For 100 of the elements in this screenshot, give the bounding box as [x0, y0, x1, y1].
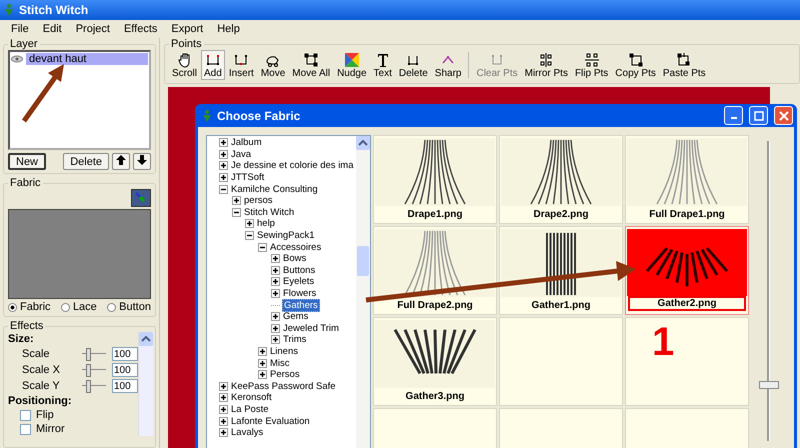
- scale-slider[interactable]: [82, 380, 106, 392]
- scale-slider[interactable]: [82, 364, 106, 376]
- menu-item[interactable]: Export: [164, 23, 210, 35]
- expand-icon[interactable]: [271, 335, 280, 344]
- tree-item[interactable]: Jalbum: [230, 137, 263, 148]
- tree-item[interactable]: Flowers: [282, 288, 318, 300]
- fabric-thumbnail[interactable]: Gather1.png: [499, 226, 623, 315]
- tree-item[interactable]: Buttons: [282, 264, 316, 276]
- move-down-button[interactable]: [133, 153, 151, 170]
- delete-button[interactable]: Delete: [63, 153, 109, 170]
- tree-item[interactable]: Linens: [269, 346, 299, 357]
- tool-button[interactable]: Copy Pts: [612, 50, 659, 80]
- eye-icon[interactable]: [11, 55, 23, 63]
- tree-item[interactable]: Lafonte Evaluation: [230, 416, 311, 427]
- tool-button[interactable]: Insert: [226, 50, 257, 80]
- close-button[interactable]: [774, 106, 793, 125]
- expand-icon[interactable]: [232, 196, 241, 206]
- expand-icon[interactable]: [219, 173, 228, 182]
- scrollbar[interactable]: [138, 332, 153, 436]
- scale-slider[interactable]: [82, 348, 106, 360]
- collapse-icon[interactable]: [232, 208, 241, 217]
- new-button[interactable]: New: [8, 153, 46, 170]
- value-field[interactable]: 100: [112, 363, 138, 377]
- fabric-thumbnail[interactable]: Drape2.png: [499, 135, 623, 224]
- expand-icon[interactable]: [271, 254, 280, 264]
- scroll-up-icon[interactable]: [139, 332, 153, 346]
- collapse-icon[interactable]: [219, 184, 228, 194]
- value-field[interactable]: 100: [112, 347, 138, 361]
- layer-item[interactable]: devant haut: [26, 53, 148, 65]
- scrollbar-thumb[interactable]: [357, 246, 369, 276]
- tool-button[interactable]: Sharp: [432, 50, 464, 80]
- move-up-button[interactable]: [112, 153, 130, 170]
- fabric-thumbnail[interactable]: Gather2.png: [625, 226, 749, 315]
- tree-item[interactable]: JTTSoft: [230, 172, 266, 184]
- fabric-type-radio[interactable]: Lace: [60, 301, 97, 313]
- expand-icon[interactable]: [219, 428, 228, 438]
- value-field[interactable]: 100: [112, 379, 138, 393]
- scroll-up-icon[interactable]: [356, 136, 370, 150]
- maximize-button[interactable]: [749, 106, 768, 125]
- expand-icon[interactable]: [258, 370, 267, 380]
- expand-icon[interactable]: [271, 266, 280, 275]
- tree-item[interactable]: Stitch Witch: [243, 206, 296, 218]
- tree-item[interactable]: Gems: [282, 311, 310, 322]
- tree-item[interactable]: Misc: [269, 358, 291, 369]
- option-checkbox[interactable]: Mirror: [8, 422, 138, 436]
- expand-icon[interactable]: [219, 161, 228, 170]
- tool-button[interactable]: Add: [201, 50, 225, 80]
- menu-item[interactable]: File: [4, 23, 36, 35]
- menu-item[interactable]: Project: [68, 23, 117, 35]
- collapse-icon[interactable]: [258, 242, 267, 252]
- expand-icon[interactable]: [271, 312, 280, 322]
- tree-item[interactable]: Lavalys: [230, 427, 264, 438]
- expand-icon[interactable]: [271, 324, 280, 333]
- tree-item[interactable]: Jeweled Trim: [282, 322, 340, 334]
- tree-item[interactable]: SewingPack1: [256, 230, 316, 242]
- menu-item[interactable]: Edit: [36, 23, 69, 35]
- tree-item[interactable]: Bows: [282, 253, 308, 264]
- expand-icon[interactable]: [219, 404, 228, 414]
- tool-button[interactable]: Nudge: [334, 50, 370, 80]
- fabric-type-radio[interactable]: Button: [107, 301, 151, 313]
- expand-icon[interactable]: [219, 138, 228, 148]
- tool-button[interactable]: Flip Pts: [572, 50, 612, 80]
- tree-item[interactable]: persos: [243, 195, 274, 206]
- tool-button[interactable]: Move: [258, 50, 288, 80]
- tree-item[interactable]: Java: [230, 148, 252, 160]
- tool-button[interactable]: Mirror Pts: [522, 50, 571, 80]
- eyedropper-button[interactable]: [131, 189, 151, 207]
- tool-button[interactable]: Delete: [396, 50, 431, 80]
- tool-button[interactable]: Move All: [289, 50, 334, 80]
- tree-item[interactable]: La Poste: [230, 404, 270, 415]
- expand-icon[interactable]: [271, 277, 280, 286]
- tree-item[interactable]: Trims: [282, 334, 308, 346]
- menu-item[interactable]: Help: [210, 23, 247, 35]
- expand-icon[interactable]: [271, 289, 280, 298]
- menu-item[interactable]: Effects: [116, 23, 164, 35]
- fabric-type-radio[interactable]: Fabric: [8, 301, 51, 313]
- tree-item[interactable]: Gathers: [282, 298, 320, 312]
- tool-button[interactable]: Paste Pts: [660, 50, 709, 80]
- tree-item[interactable]: Eyelets: [282, 276, 316, 288]
- tree-item[interactable]: KeePass Password Safe: [230, 380, 337, 392]
- tree-item[interactable]: Accessoires: [269, 242, 322, 253]
- minimize-button[interactable]: [724, 106, 743, 125]
- expand-icon[interactable]: [258, 346, 267, 356]
- tree-item[interactable]: Persos: [269, 369, 301, 380]
- collapse-icon[interactable]: [245, 231, 254, 240]
- expand-icon[interactable]: [258, 358, 267, 368]
- tree-item[interactable]: help: [256, 218, 276, 230]
- option-checkbox[interactable]: Flip: [8, 408, 138, 422]
- fabric-thumbnail[interactable]: Full Drape2.png: [373, 226, 497, 315]
- fabric-thumbnail[interactable]: Gather3.png: [373, 317, 497, 406]
- fabric-thumbnail[interactable]: Drape1.png: [373, 135, 497, 224]
- tree-item[interactable]: Kamilche Consulting: [230, 184, 319, 195]
- fabric-thumbnail[interactable]: Full Drape1.png: [625, 135, 749, 224]
- expand-icon[interactable]: [245, 219, 254, 228]
- expand-icon[interactable]: [219, 382, 228, 391]
- expand-icon[interactable]: [219, 393, 228, 402]
- tool-button[interactable]: Scroll: [169, 50, 200, 80]
- tree-item[interactable]: Je dessine et colorie des ima: [230, 160, 355, 172]
- expand-icon[interactable]: [219, 416, 228, 426]
- scrollbar[interactable]: [356, 136, 370, 448]
